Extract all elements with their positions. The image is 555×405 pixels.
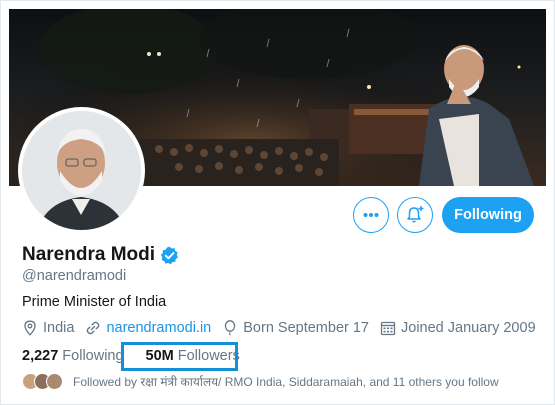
following-button[interactable]: Following	[442, 197, 534, 233]
following-count: 2,227	[22, 348, 59, 364]
followers-label: Followers	[177, 348, 240, 364]
mini-avatar	[46, 373, 63, 390]
profile-bio: Prime Minister of India	[22, 294, 167, 310]
followed-by-avatars	[22, 373, 63, 390]
following-stat[interactable]: 2,227 Following	[22, 348, 124, 364]
balloon-icon	[225, 320, 236, 336]
following-label: Following	[62, 348, 124, 364]
website-item[interactable]: narendramodi.in	[85, 320, 211, 336]
notifications-button[interactable]	[397, 197, 433, 233]
profile-meta: India narendramodi.in Born September 17 …	[22, 320, 547, 336]
more-options-button[interactable]	[353, 197, 389, 233]
bell-plus-icon	[407, 206, 424, 223]
website-link[interactable]: narendramodi.in	[106, 320, 211, 336]
profile-avatar[interactable]	[18, 107, 145, 234]
display-name: Narendra Modi	[22, 244, 156, 265]
location-text: India	[43, 320, 75, 336]
joined-item: Joined January 2009	[380, 320, 536, 336]
verified-badge-icon	[160, 246, 178, 264]
followed-by-row[interactable]: Followed by रक्षा मंत्री कार्यालय/ RMO I…	[22, 373, 499, 390]
birthday-item: Born September 17	[222, 320, 369, 336]
followed-by-text: Followed by रक्षा मंत्री कार्यालय/ RMO I…	[73, 375, 499, 389]
joined-text: Joined January 2009	[401, 320, 536, 336]
birthday-text: Born September 17	[243, 320, 369, 336]
name-row: Narendra Modi	[22, 244, 179, 266]
follow-stats: 2,227 Following 50M Followers	[22, 348, 240, 364]
location-item: India	[22, 320, 74, 336]
user-handle: @narendramodi	[22, 268, 127, 284]
avatar-photo	[22, 111, 141, 230]
link-icon	[87, 321, 100, 335]
followers-stat[interactable]: 50M Followers	[146, 348, 240, 364]
followers-count: 50M	[145, 348, 174, 364]
more-icon	[363, 213, 379, 217]
calendar-icon	[380, 321, 396, 336]
location-pin-icon	[24, 320, 36, 336]
